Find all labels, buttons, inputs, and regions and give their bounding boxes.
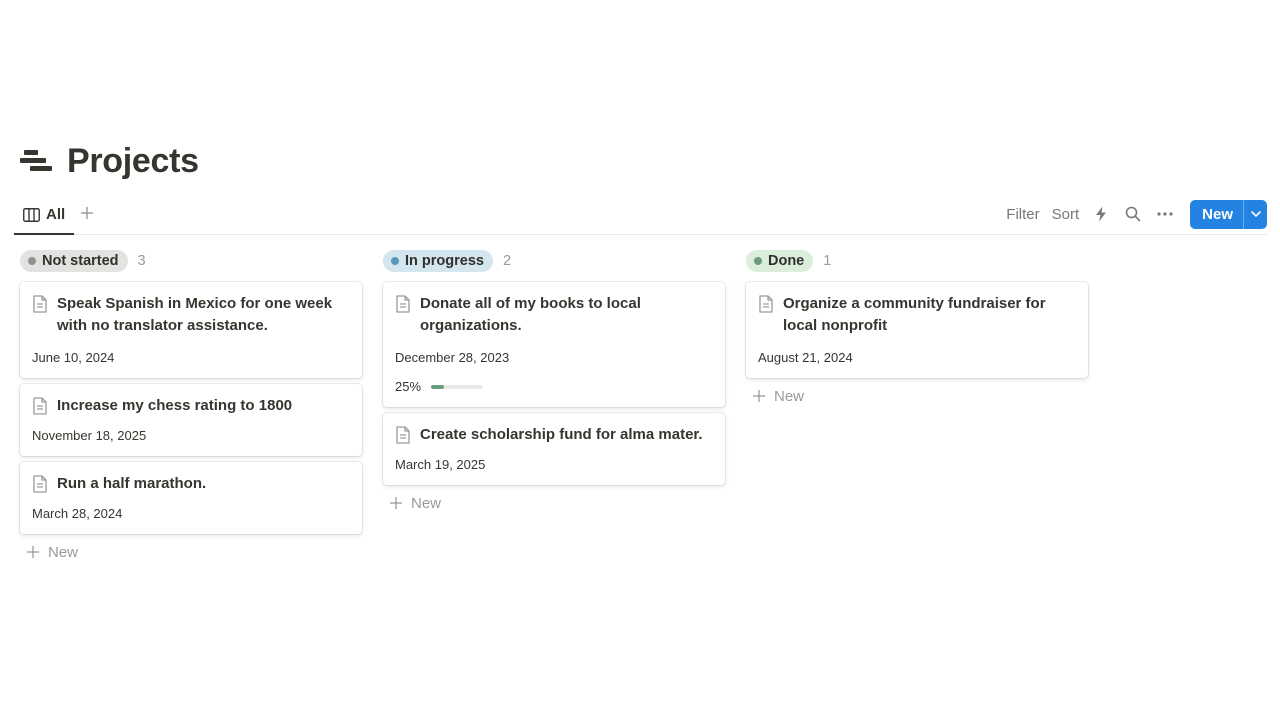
new-dropdown-button[interactable]: [1243, 199, 1267, 229]
card[interactable]: Speak Spanish in Mexico for one week wit…: [20, 282, 362, 378]
add-card-button[interactable]: New: [20, 540, 362, 564]
new-button[interactable]: New: [1190, 200, 1243, 229]
status-dot: [28, 257, 36, 265]
page-title[interactable]: Projects: [67, 142, 199, 181]
board-view-icon: [23, 207, 40, 222]
sort-button[interactable]: Sort: [1046, 200, 1086, 228]
add-view-button[interactable]: [77, 203, 97, 223]
status-label: Not started: [42, 253, 119, 269]
tab-label: All: [46, 206, 66, 223]
chevron-down-icon: [1250, 211, 1261, 217]
card-title: Run a half marathon.: [57, 475, 207, 492]
add-card-button[interactable]: New: [383, 491, 725, 515]
status-badge[interactable]: Not started: [20, 250, 128, 272]
progress-label: 25%: [395, 379, 422, 394]
card[interactable]: Create scholarship fund for alma mater. …: [383, 413, 725, 485]
document-icon: [33, 295, 47, 313]
card-title: Donate all of my books to local organiza…: [420, 295, 641, 334]
card-title: Organize a community fundraiser for loca…: [783, 295, 1046, 334]
document-icon: [33, 475, 47, 493]
lightning-icon: [1096, 206, 1107, 222]
more-icon: [1157, 212, 1173, 216]
page-stack-icon[interactable]: [20, 146, 54, 176]
more-button[interactable]: [1149, 200, 1181, 228]
document-icon: [396, 426, 410, 444]
document-icon: [396, 295, 410, 313]
card-date: March 28, 2024: [32, 506, 123, 521]
card-date: June 10, 2024: [32, 350, 115, 365]
document-icon: [759, 295, 773, 313]
plus-icon: [390, 497, 402, 509]
board-column-not-started: Not started 3 Speak Spanish in Mexico fo…: [20, 250, 362, 564]
tab-all[interactable]: All: [14, 196, 74, 235]
board-column-in-progress: In progress 2 Donate all of my books to …: [383, 250, 725, 515]
card-date: December 28, 2023: [395, 350, 510, 365]
progress: 25%: [395, 379, 713, 394]
page: Projects All Filter Sort New Not started…: [0, 0, 1280, 720]
column-count: 1: [823, 253, 832, 269]
plus-icon: [27, 546, 39, 558]
column-header: In progress 2: [383, 250, 725, 272]
progress-bar: [431, 384, 483, 389]
status-label: In progress: [405, 253, 484, 269]
status-dot: [754, 257, 762, 265]
search-icon: [1125, 206, 1141, 222]
column-count: 3: [137, 253, 146, 269]
card-title: Speak Spanish in Mexico for one week wit…: [57, 295, 333, 334]
column-header: Not started 3: [20, 250, 362, 272]
card-date: March 19, 2025: [395, 457, 486, 472]
automations-button[interactable]: [1085, 200, 1117, 228]
column-count: 2: [502, 253, 512, 269]
plus-icon: [81, 207, 93, 219]
card[interactable]: Run a half marathon. March 28, 2024: [20, 462, 362, 534]
view-bar: All Filter Sort New: [14, 196, 1267, 235]
plus-icon: [753, 390, 765, 402]
status-badge[interactable]: In progress: [383, 250, 493, 272]
status-label: Done: [768, 253, 805, 269]
card[interactable]: Organize a community fundraiser for loca…: [746, 282, 1088, 378]
view-tools: Filter Sort New: [1000, 199, 1267, 229]
page-header: Projects: [20, 141, 199, 181]
card-date: November 18, 2025: [32, 428, 147, 443]
new-button-group: New: [1190, 199, 1267, 229]
card-title: Increase my chess rating to 1800: [57, 397, 293, 414]
status-badge[interactable]: Done: [746, 250, 814, 272]
column-header: Done 1: [746, 250, 1088, 272]
card-date: August 21, 2024: [758, 350, 853, 365]
status-dot: [391, 257, 399, 265]
add-card-label: New: [48, 543, 79, 561]
add-card-label: New: [411, 494, 442, 512]
card-title: Create scholarship fund for alma mater.: [420, 426, 703, 443]
search-button[interactable]: [1117, 200, 1149, 228]
add-card-button[interactable]: New: [746, 384, 1088, 408]
filter-button[interactable]: Filter: [1000, 200, 1045, 228]
card[interactable]: Donate all of my books to local organiza…: [383, 282, 725, 407]
add-card-label: New: [774, 387, 805, 405]
card[interactable]: Increase my chess rating to 1800 Novembe…: [20, 384, 362, 456]
board-column-done: Done 1 Organize a community fundraiser f…: [746, 250, 1088, 408]
progress-fill: [431, 384, 444, 389]
document-icon: [33, 397, 47, 415]
